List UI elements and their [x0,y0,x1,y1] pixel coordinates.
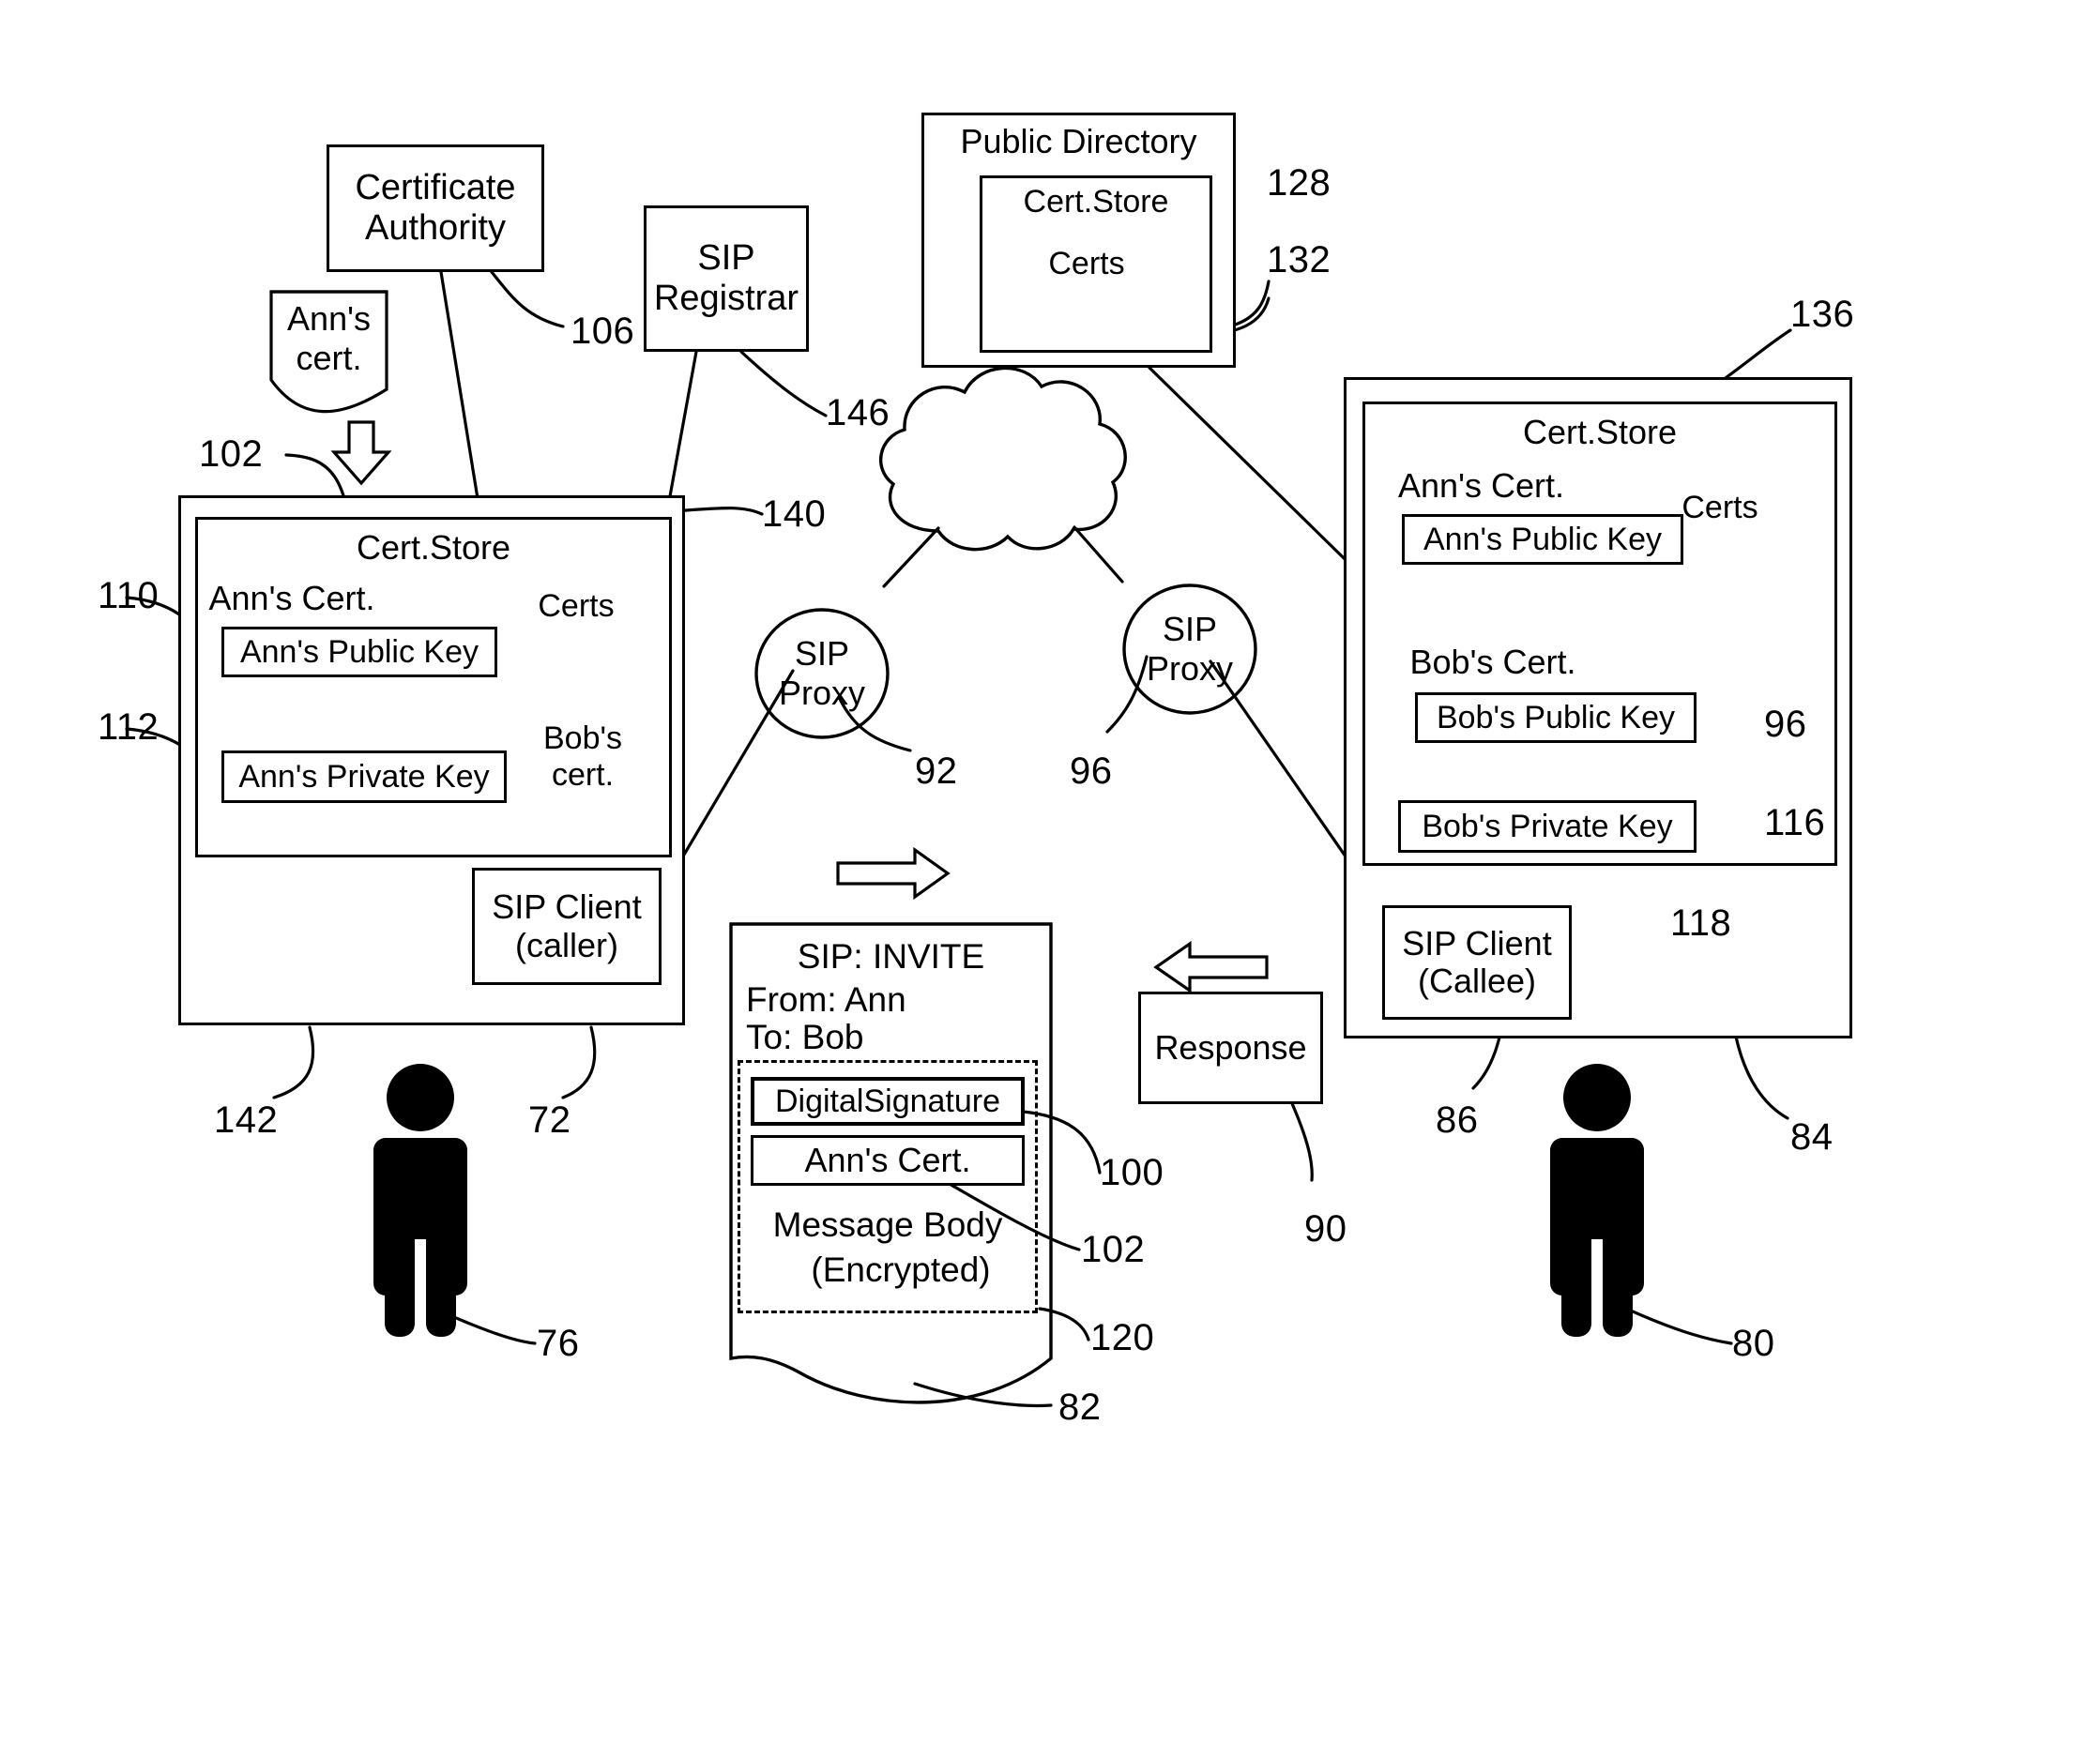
link-proxyR-cloud [1073,525,1124,583]
ref-102-left: 102 [199,433,264,475]
ref-86: 86 [1436,1099,1479,1141]
ref-136: 136 [1790,294,1855,335]
callee-bobs-private-key-label: Bob's Private Key [1422,808,1673,844]
caller-certs-label: Certs [538,587,615,624]
caller-anns-public-key-box[interactable]: Ann's Public Key [221,627,497,677]
response-label: Response [1154,1027,1307,1067]
sip-invite-from: From: Ann [746,980,906,1019]
person-bob-icon [1550,1064,1644,1337]
leader-84 [1734,1035,1789,1120]
response-box[interactable]: Response [1138,992,1323,1104]
ref-72: 72 [528,1099,571,1141]
message-anns-cert-label: Ann's Cert. [804,1140,971,1179]
caller-anns-cert-label: Ann's Cert. [208,579,375,617]
sip-registrar-box[interactable]: SIP Registrar [644,205,809,352]
sip-client-caller-label: SIP Client (caller) [492,887,642,964]
leader-82 [913,1382,1053,1408]
ref-128: 128 [1267,162,1332,204]
callee-cert-store-label: Cert.Store [1522,413,1678,451]
response-direction-arrow-icon [1153,940,1269,994]
ref-82: 82 [1058,1387,1102,1428]
caller-cert-store-box[interactable]: Cert.Store [195,517,672,857]
ref-96-left: 96 [1070,750,1113,792]
network-cloud [878,366,1127,552]
callee-anns-public-key-label: Ann's Public Key [1423,521,1663,557]
anns-cert-doc-top-label: Ann's cert. [287,299,371,377]
public-directory-label: Public Directory [960,122,1197,160]
ref-80: 80 [1732,1323,1775,1364]
ref-112: 112 [98,706,160,748]
caller-anns-private-key-box[interactable]: Ann's Private Key [221,750,507,803]
leader-120 [1038,1307,1090,1341]
caller-bobs-cert-label: Bob's cert. [543,720,622,793]
sip-client-caller-box[interactable]: SIP Client (caller) [472,868,662,985]
callee-bobs-public-key-box[interactable]: Bob's Public Key [1415,692,1697,743]
ref-106: 106 [571,311,635,352]
public-directory-certs-label: Certs [1048,245,1125,281]
leader-76 [439,1310,537,1345]
caller-anns-private-key-label: Ann's Private Key [238,758,490,795]
callee-certs-label: Certs [1682,489,1758,525]
ref-76: 76 [537,1323,580,1364]
sip-client-callee-box[interactable]: SIP Client (Callee) [1382,905,1572,1020]
caller-cert-store-label: Cert.Store [356,528,511,567]
ref-132: 132 [1267,239,1332,280]
ref-146: 146 [826,392,890,433]
leader-80 [1631,1310,1733,1345]
sip-invite-title: SIP: INVITE [797,937,985,976]
sip-proxy-left-label: SIP Proxy [778,634,866,712]
ref-110: 110 [98,575,160,616]
download-arrow-icon [330,420,392,486]
leader-90 [1286,1091,1314,1182]
sip-invite-to: To: Bob [746,1018,864,1056]
ref-92: 92 [915,750,958,792]
callee-anns-cert-label: Ann's Cert. [1398,466,1564,505]
ref-100: 100 [1100,1152,1164,1193]
message-body-line1: Message Body [772,1205,1003,1244]
ref-90: 90 [1304,1208,1347,1250]
leader-registrar-down [666,350,698,508]
invite-direction-arrow-icon [836,846,951,901]
certificate-authority-box[interactable]: Certificate Authority [327,144,544,272]
ref-96-right: 96 [1764,704,1807,745]
ref-102-message: 102 [1081,1229,1146,1270]
callee-bobs-public-key-label: Bob's Public Key [1436,699,1676,735]
leader-106 [490,270,565,328]
leader-146 [739,350,828,417]
callee-bobs-private-key-box[interactable]: Bob's Private Key [1398,800,1697,853]
message-anns-cert-box[interactable]: Ann's Cert. [751,1135,1025,1186]
callee-bobs-cert-label: Bob's Cert. [1409,643,1576,681]
leader-72 [561,1025,597,1099]
digital-signature-box[interactable]: DigitalSignature [751,1077,1025,1126]
public-directory-cert-store-label: Cert.Store [1023,184,1169,220]
certificate-authority-label: Certificate Authority [355,168,516,248]
leader-142 [272,1025,315,1099]
callee-anns-public-key-box[interactable]: Ann's Public Key [1402,514,1683,565]
sip-client-callee-label: SIP Client (Callee) [1402,923,1552,1000]
digital-signature-label: DigitalSignature [774,1083,1001,1119]
leader-ca-to-box [439,270,482,518]
ref-142: 142 [214,1099,279,1141]
ref-84: 84 [1790,1116,1834,1158]
ref-116: 116 [1764,802,1826,843]
caller-anns-public-key-label: Ann's Public Key [239,633,479,670]
person-ann-icon [373,1064,467,1337]
link-proxyL-cloud [882,526,940,588]
ref-118: 118 [1670,902,1732,944]
sip-registrar-label: SIP Registrar [653,238,799,318]
ref-140: 140 [762,493,827,535]
ref-120: 120 [1090,1317,1155,1358]
message-body-line2: (Encrypted) [811,1250,991,1289]
patent-figure: Certificate Authority Ann's cert. SIP Re… [0,0,2100,1758]
sip-proxy-right-label: SIP Proxy [1146,610,1234,688]
